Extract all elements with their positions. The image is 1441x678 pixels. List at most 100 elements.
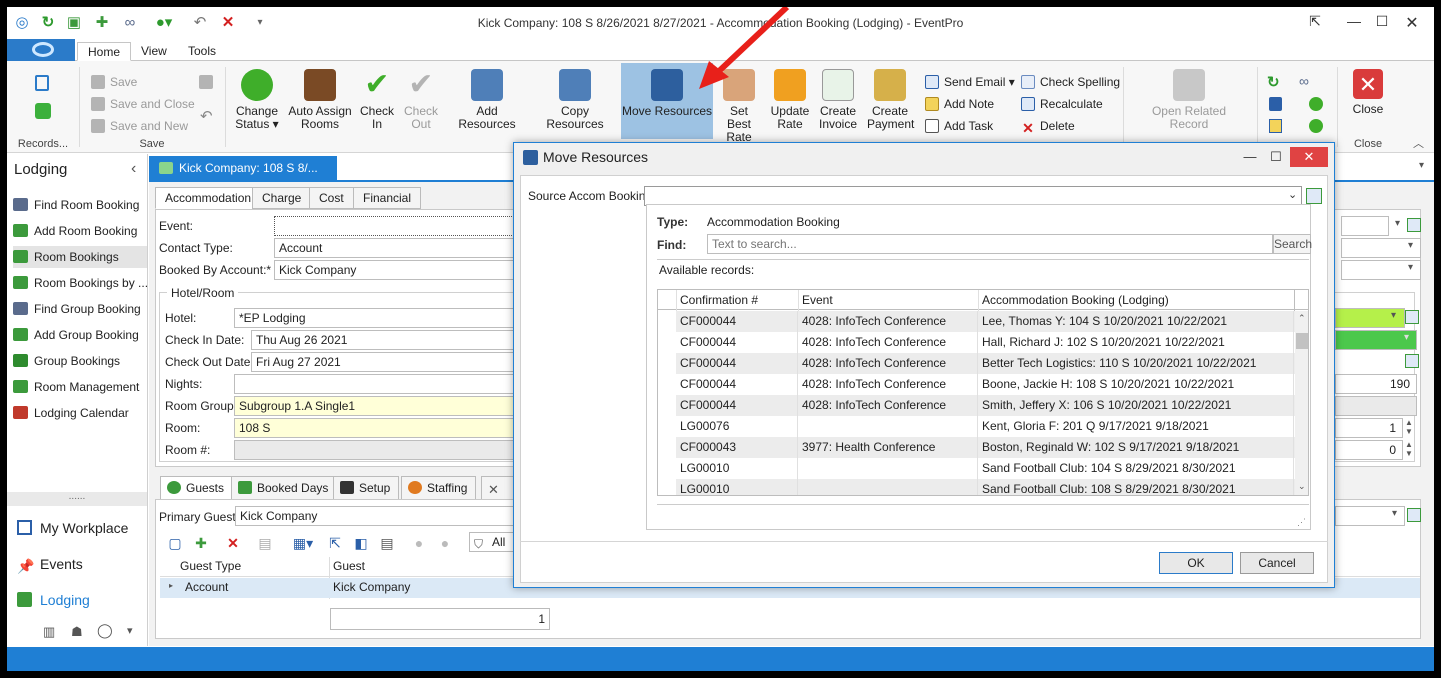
document-tab[interactable]: Kick Company: 108 S 8/... (149, 156, 337, 180)
record-row[interactable]: CF000043 3977: Health Conference Boston, R… (676, 437, 1308, 458)
dialog-close-button[interactable]: ✕ (1290, 147, 1328, 167)
doc-dropdown-icon[interactable]: ▾ (1419, 160, 1424, 171)
event-cell[interactable]: 4028: InfoTech Conference (798, 374, 978, 395)
add-records-icon[interactable] (35, 103, 51, 119)
add-task-button[interactable]: Add Task (925, 118, 993, 134)
nav-item-lodging-calendar[interactable]: Lodging Calendar (13, 402, 147, 424)
contact-type-field[interactable]: Account (274, 238, 514, 258)
search-button[interactable]: Search (1273, 234, 1312, 254)
tab-booked-days[interactable]: Booked Days (231, 476, 338, 500)
event-cell[interactable]: 4028: InfoTech Conference (798, 353, 978, 374)
booked-by-dropdown-icon[interactable]: ▾ (1408, 262, 1413, 273)
tab-charge[interactable]: Charge (252, 187, 312, 209)
booking-cell[interactable]: Boston, Reginald W: 102 S 9/17/2021 9/18… (978, 437, 1294, 458)
filter-dropdown[interactable]: ⛉ All (469, 532, 517, 552)
recalculate-button[interactable]: Recalculate (1021, 96, 1103, 112)
collapse-nav-icon[interactable]: ‹ (131, 160, 136, 178)
dialog-minimize-button[interactable]: — (1238, 147, 1262, 167)
status-dropdown-icon[interactable]: ▾ (1404, 332, 1409, 343)
auto-assign-rooms-button[interactable]: Auto Assign Rooms (287, 69, 353, 131)
records-icon[interactable] (35, 75, 49, 91)
quantity-field[interactable]: 1 (1335, 418, 1403, 438)
confirmation-cell[interactable]: CF000044 (676, 332, 798, 353)
check-in-field[interactable]: Thu Aug 26 2021 (251, 330, 514, 350)
nights-field[interactable] (234, 374, 514, 394)
event-cell[interactable]: 4028: InfoTech Conference (798, 332, 978, 353)
confirmation-header[interactable]: Confirmation # (680, 293, 758, 307)
primary-guest-field[interactable]: Kick Company (235, 506, 514, 526)
find-input[interactable] (707, 234, 1273, 254)
records-group-label[interactable]: Records... (13, 138, 73, 150)
booking-cell[interactable]: Smith, Jeffery X: 106 S 10/20/2021 10/22… (978, 395, 1294, 416)
record-row[interactable]: CF000044 4028: InfoTech Conference Lee, Th… (676, 311, 1308, 332)
nav-chat-icon[interactable]: ◯ (97, 622, 113, 639)
check-out-button[interactable]: ✔ Check Out (401, 69, 441, 131)
source-lookup-icon[interactable] (1306, 188, 1322, 204)
ok-button[interactable]: OK (1159, 552, 1233, 574)
guest-header[interactable]: Guest (333, 559, 365, 573)
event-header[interactable]: Event (802, 293, 833, 307)
event-lookup-icon[interactable] (1407, 218, 1421, 232)
nav-lodging[interactable]: Lodging (17, 588, 90, 612)
nav-my-workplace[interactable]: My Workplace (17, 516, 128, 540)
record-row[interactable]: CF000044 4028: InfoTech Conference Better … (676, 353, 1308, 374)
move-up-icon[interactable]: ● (411, 535, 427, 551)
cancel-button[interactable]: Cancel (1240, 552, 1314, 574)
notes-icon[interactable] (1269, 119, 1282, 133)
confirmation-cell[interactable]: CF000043 (676, 437, 798, 458)
print-icon[interactable] (199, 75, 213, 89)
nav-item-find-room-booking[interactable]: Find Room Booking (13, 194, 147, 216)
pin-icon[interactable]: ⇱ (1304, 13, 1326, 33)
tab-cost[interactable]: Cost (309, 187, 354, 209)
record-row[interactable]: CF000044 4028: InfoTech Conference Hall, R… (676, 332, 1308, 353)
booking-cell[interactable]: Sand Football Club: 108 S 8/29/2021 8/30… (978, 479, 1294, 495)
hotel-dropdown-icon[interactable]: ▾ (1391, 310, 1396, 321)
nav-item-room-bookings-by[interactable]: Room Bookings by ... (13, 272, 147, 294)
confirmation-cell[interactable]: LG00076 (676, 416, 798, 437)
confirmation-cell[interactable]: CF000044 (676, 353, 798, 374)
booking-cell[interactable]: Lee, Thomas Y: 104 S 10/20/2021 10/22/20… (978, 311, 1294, 332)
booked-by-field[interactable]: Kick Company (274, 260, 514, 280)
primary-guest-lookup-icon[interactable] (1407, 508, 1421, 522)
close-button[interactable]: ✕ Close (1345, 69, 1391, 116)
export-icon[interactable]: ⇱ (327, 535, 343, 551)
check-spelling-button[interactable]: Check Spelling (1021, 74, 1120, 90)
event-cell[interactable] (798, 458, 978, 479)
refresh-icon[interactable]: ↻ (1267, 73, 1280, 91)
room-group-field[interactable]: Subgroup 1.A Single1 (234, 396, 514, 416)
source-booking-combo[interactable] (644, 186, 1302, 206)
print-icon[interactable]: ▤ (257, 535, 273, 551)
guest-type-header[interactable]: Guest Type (180, 559, 241, 573)
record-row[interactable]: LG00010 Sand Football Club: 104 S 8/29/20… (676, 458, 1308, 479)
zero-stepper[interactable]: ▲ ▼ (1405, 440, 1413, 458)
hotel-field[interactable]: *EP Lodging (234, 308, 514, 328)
nav-people-icon[interactable]: ☗ (71, 624, 83, 640)
add-note-button[interactable]: Add Note (925, 96, 994, 112)
send-email-button[interactable]: Send Email ▾ (925, 74, 1015, 90)
primary-guest-dropdown-icon[interactable]: ▾ (1392, 508, 1397, 519)
booking-cell[interactable]: Hall, Richard J: 102 S 10/20/2021 10/22/… (978, 332, 1294, 353)
navigate-icon[interactable] (1269, 97, 1282, 111)
grid-scrollbar[interactable]: ⌃ ⌄ (1295, 311, 1308, 495)
rate-value-field[interactable]: 190 (1335, 374, 1417, 394)
nav-item-group-bookings[interactable]: Group Bookings (13, 350, 147, 372)
down-arrow-icon[interactable] (1309, 119, 1323, 133)
record-row[interactable]: CF000044 4028: InfoTech Conference Boone, … (676, 374, 1308, 395)
contact-dropdown-icon[interactable]: ▾ (1408, 240, 1413, 251)
tab-accommodation[interactable]: Accommodation (155, 187, 262, 209)
calendar-lookup-icon[interactable] (1405, 354, 1419, 368)
quantity-stepper[interactable]: ▲ ▼ (1405, 418, 1413, 436)
binoculars-icon[interactable]: ∞ (1299, 73, 1309, 89)
columns-icon[interactable]: ▦▾ (289, 535, 317, 551)
up-arrow-icon[interactable] (1309, 97, 1323, 111)
booking-header[interactable]: Accommodation Booking (Lodging) (982, 293, 1169, 307)
hotel-lookup-icon[interactable] (1405, 310, 1419, 324)
zero-value-field[interactable]: 0 (1335, 440, 1403, 460)
dialog-maximize-button[interactable]: ☐ (1264, 147, 1288, 167)
tab-tools[interactable]: Tools (178, 42, 226, 61)
event-field-end[interactable] (1341, 216, 1389, 236)
tab-setup[interactable]: Setup (333, 476, 400, 500)
nav-splitter[interactable]: ...... (7, 492, 147, 506)
booking-cell[interactable]: Boone, Jackie H: 108 S 10/20/2021 10/22/… (978, 374, 1294, 395)
close-window-button[interactable]: ✕ (1401, 13, 1423, 33)
